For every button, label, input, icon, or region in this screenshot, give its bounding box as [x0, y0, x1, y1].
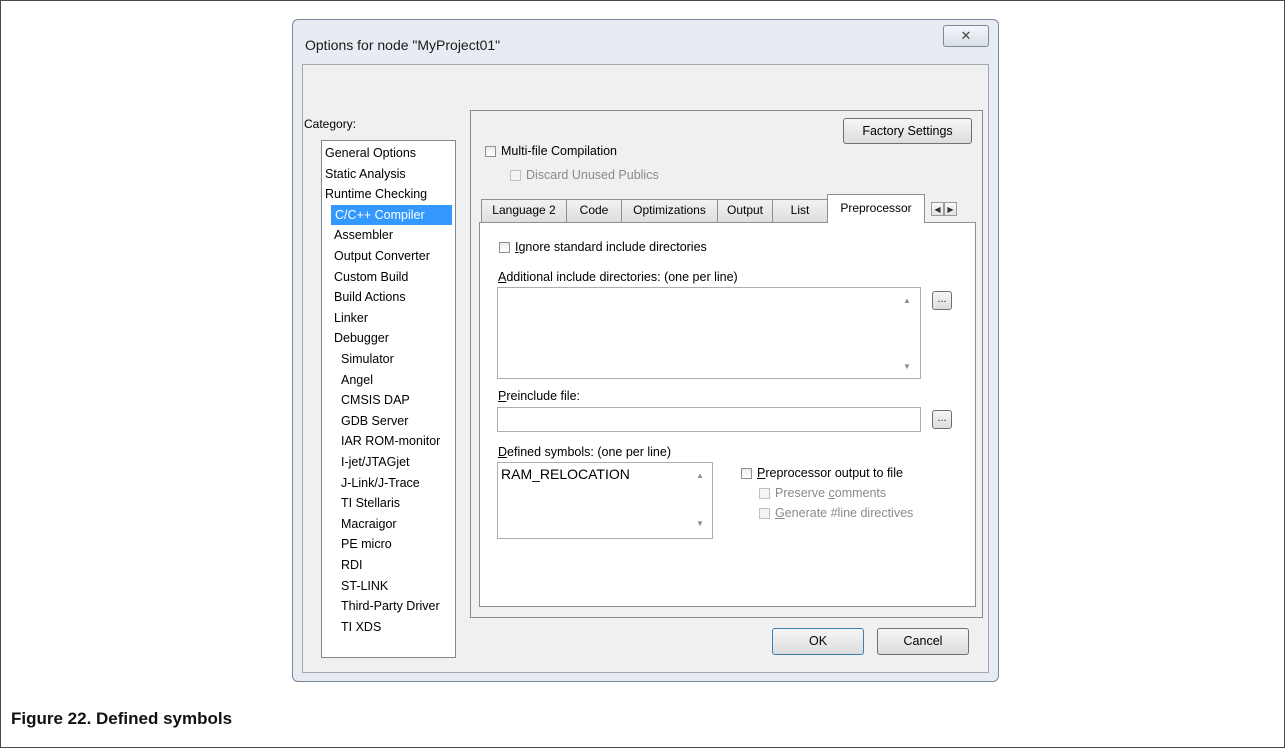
- ok-button[interactable]: OK: [772, 628, 864, 655]
- category-item[interactable]: I-jet/JTAGjet: [341, 452, 410, 472]
- category-item[interactable]: Runtime Checking: [325, 184, 427, 204]
- category-item[interactable]: TI Stellaris: [341, 493, 400, 513]
- discard-unused-publics-checkbox[interactable]: Discard Unused Publics: [510, 168, 659, 182]
- category-item[interactable]: General Options: [325, 143, 416, 163]
- scroll-down-icon[interactable]: ▼: [903, 362, 911, 371]
- checkbox-box[interactable]: [499, 241, 510, 253]
- preprocessor-output-checkbox[interactable]: Preprocessor output to file: [741, 466, 903, 480]
- preserve-comments-label: Preserve comments: [775, 486, 887, 500]
- category-item[interactable]: RDI: [341, 555, 363, 575]
- tab-scroll-right-icon[interactable]: ▶: [944, 202, 957, 216]
- checkbox-box[interactable]: [741, 467, 752, 479]
- tab-language-2[interactable]: Language 2: [481, 199, 567, 222]
- category-item[interactable]: CMSIS DAP: [341, 390, 410, 410]
- multi-file-label: Multi-file Compilation: [501, 144, 618, 158]
- checkbox-box[interactable]: [510, 169, 521, 181]
- preinclude-file-label: Preinclude file:: [498, 389, 580, 403]
- additional-include-textarea[interactable]: [497, 287, 921, 379]
- tab-preprocessor[interactable]: Preprocessor: [827, 194, 925, 223]
- category-item[interactable]: Simulator: [341, 349, 394, 369]
- generate-line-directives-checkbox[interactable]: Generate #line directives: [759, 506, 913, 520]
- defined-symbols-textarea[interactable]: RAM_RELOCATION: [497, 462, 713, 539]
- category-item[interactable]: Custom Build: [334, 267, 408, 287]
- additional-include-browse-button[interactable]: ...: [932, 291, 952, 310]
- generate-line-directives-label: Generate #line directives: [775, 506, 914, 520]
- discard-unused-label: Discard Unused Publics: [526, 168, 659, 182]
- category-item[interactable]: Linker: [334, 308, 368, 328]
- ignore-standard-include-label: Ignore standard include directories: [515, 240, 707, 254]
- close-button[interactable]: ✕: [943, 25, 989, 47]
- scroll-up-icon[interactable]: ▲: [903, 296, 911, 305]
- category-item[interactable]: J-Link/J-Trace: [341, 473, 420, 493]
- preinclude-file-input[interactable]: [497, 407, 921, 432]
- checkbox-box[interactable]: [485, 145, 496, 157]
- category-item[interactable]: Build Actions: [334, 287, 406, 307]
- category-item[interactable]: Macraigor: [341, 514, 397, 534]
- ignore-standard-include-checkbox[interactable]: Ignore standard include directories: [499, 240, 707, 254]
- tab-scroll-left-icon[interactable]: ◀: [931, 202, 944, 216]
- additional-include-label: Additional include directories: (one per…: [498, 270, 738, 284]
- scroll-down-icon[interactable]: ▼: [696, 519, 704, 528]
- category-item[interactable]: Debugger: [334, 328, 389, 348]
- checkbox-box[interactable]: [759, 507, 770, 519]
- defined-symbols-label: Defined symbols: (one per line): [498, 445, 672, 459]
- tab-optimizations[interactable]: Optimizations: [621, 199, 718, 222]
- category-label: Category:: [304, 117, 357, 131]
- category-item[interactable]: PE micro: [341, 534, 392, 554]
- category-item[interactable]: IAR ROM-monitor: [341, 431, 440, 451]
- category-item[interactable]: ST-LINK: [341, 576, 388, 596]
- category-item[interactable]: C/C++ Compiler: [331, 204, 452, 225]
- cancel-button[interactable]: Cancel: [877, 628, 969, 655]
- close-icon: ✕: [960, 28, 972, 43]
- dialog-title: Options for node "MyProject01": [305, 37, 501, 53]
- category-item[interactable]: Third-Party Driver: [341, 596, 440, 616]
- category-item[interactable]: GDB Server: [341, 411, 408, 431]
- preserve-comments-checkbox[interactable]: Preserve comments: [759, 486, 886, 500]
- tab-code[interactable]: Code: [566, 199, 622, 222]
- category-item[interactable]: Output Converter: [334, 246, 430, 266]
- category-item[interactable]: Assembler: [334, 225, 393, 245]
- figure-caption: Figure 22. Defined symbols: [11, 709, 233, 728]
- category-item[interactable]: Angel: [341, 370, 373, 390]
- factory-settings-button[interactable]: Factory Settings: [843, 118, 972, 144]
- tab-list[interactable]: List: [772, 199, 828, 222]
- preinclude-browse-button[interactable]: ...: [932, 410, 952, 429]
- tab-output[interactable]: Output: [717, 199, 773, 222]
- category-item[interactable]: Static Analysis: [325, 164, 406, 184]
- multi-file-compilation-checkbox[interactable]: Multi-file Compilation: [485, 144, 617, 158]
- preprocessor-output-label: Preprocessor output to file: [757, 466, 903, 480]
- category-list[interactable]: General Options Static Analysis Runtime Ch…: [321, 140, 456, 658]
- category-item[interactable]: TI XDS: [341, 617, 381, 637]
- checkbox-box[interactable]: [759, 487, 770, 499]
- scroll-up-icon[interactable]: ▲: [696, 471, 704, 480]
